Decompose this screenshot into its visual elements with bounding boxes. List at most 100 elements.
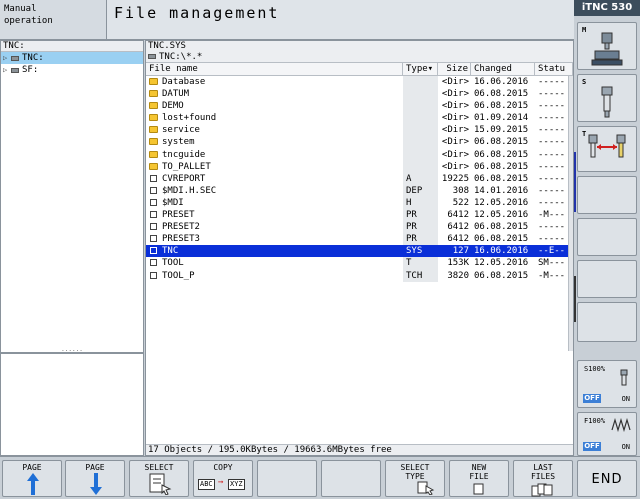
table-row[interactable]: DEMO <Dir> 06.08.2015 ----- bbox=[146, 100, 573, 113]
folder-icon bbox=[149, 78, 158, 85]
empty-softkey-6[interactable] bbox=[321, 460, 381, 497]
table-row[interactable]: lost+found <Dir> 01.09.2014 ----- bbox=[146, 112, 573, 125]
table-row[interactable]: $MDI.H.SEC DEP 308 14.01.2016 ----- bbox=[146, 184, 573, 197]
spindle-off-indicator: OFF bbox=[583, 394, 601, 403]
scrollbar[interactable] bbox=[568, 76, 573, 351]
file-name-cell: $MDI bbox=[146, 197, 403, 209]
file-name: TOOL bbox=[162, 258, 184, 269]
file-name-cell: service bbox=[146, 124, 403, 136]
file-icon bbox=[150, 186, 157, 194]
table-row[interactable]: PRESET2 PR 6412 06.08.2015 ----- bbox=[146, 221, 573, 234]
folder-icon bbox=[149, 114, 158, 122]
file-type-cell bbox=[403, 148, 438, 161]
table-row[interactable]: PRESET PR 6412 12.05.2016 -M--- bbox=[146, 209, 573, 222]
select-type-button[interactable]: SELECT TYPE bbox=[385, 460, 445, 497]
copy-target-label: XYZ bbox=[228, 479, 245, 490]
folder-icon bbox=[149, 126, 158, 134]
file-name-cell: TO_PALLET bbox=[146, 161, 403, 173]
file-name-cell: Database bbox=[146, 76, 403, 88]
file-changed-cell: 15.09.2015 bbox=[474, 125, 529, 136]
page-up-button[interactable]: PAGE bbox=[2, 460, 62, 497]
copy-source-label: ABC bbox=[198, 479, 215, 490]
spindle-small-icon bbox=[620, 369, 628, 386]
column-type[interactable]: Type▾ bbox=[403, 63, 438, 75]
last-files-icon bbox=[531, 483, 553, 497]
feed-wave-icon bbox=[611, 418, 631, 432]
file-type-cell: A bbox=[403, 172, 438, 185]
file-name: service bbox=[162, 125, 200, 136]
table-row[interactable]: PRESET3 PR 6412 06.08.2015 ----- bbox=[146, 233, 573, 246]
empty-softkey-5[interactable] bbox=[257, 460, 317, 497]
table-row[interactable]: TOOL T 153K 12.05.2016 SM--- bbox=[146, 257, 573, 270]
tree-item-label: SF: bbox=[22, 65, 39, 75]
new-file-button[interactable]: NEW FILE bbox=[449, 460, 509, 497]
table-row[interactable]: TO_PALLET <Dir> 06.08.2015 ----- bbox=[146, 160, 573, 173]
t-function-key[interactable]: T bbox=[577, 126, 637, 172]
horizontal-softkey-bar: PAGE PAGE SELECT COPY ABC ➞ XYZ SELECT T… bbox=[0, 456, 640, 499]
column-file-name[interactable]: File name bbox=[146, 63, 403, 75]
table-row[interactable]: Database <Dir> 16.06.2016 ----- bbox=[146, 76, 573, 89]
file-size-cell: <Dir> bbox=[441, 77, 469, 87]
column-status[interactable]: Statu bbox=[535, 63, 573, 75]
file-icon bbox=[150, 271, 157, 279]
last-files-button[interactable]: LAST FILES bbox=[513, 460, 573, 497]
spindle-override[interactable]: S100% OFF ON bbox=[577, 360, 637, 408]
file-icon bbox=[150, 174, 157, 182]
folder-icon bbox=[149, 102, 158, 110]
page-title: File management bbox=[107, 0, 574, 40]
select-button[interactable]: SELECT bbox=[129, 460, 189, 497]
tree-item-sf[interactable]: ▷ SF: bbox=[1, 64, 143, 76]
file-type-cell: H bbox=[403, 196, 438, 210]
table-row[interactable]: $MDI H 522 12.05.2016 ----- bbox=[146, 196, 573, 210]
file-rows: Database <Dir> 16.06.2016 ----- DATUM <Dir> 06… bbox=[146, 76, 573, 282]
mode-line-1: Manual bbox=[4, 4, 37, 14]
m-function-key[interactable]: M bbox=[577, 22, 637, 70]
folder-icon bbox=[149, 162, 158, 170]
file-size-cell: 6412 bbox=[447, 210, 469, 221]
file-list[interactable]: TNC.SYS TNC:\*.* File name Type▾ Size Ch… bbox=[145, 40, 574, 456]
last-files-label-1: LAST bbox=[533, 463, 553, 472]
file-name: tncguide bbox=[162, 149, 206, 160]
file-size-cell: <Dir> bbox=[441, 137, 469, 148]
table-row[interactable]: TNC SYS 127 16.06.2016 --E-- bbox=[146, 245, 573, 258]
file-name-cell: CVREPORT bbox=[146, 173, 403, 185]
empty-vertical-softkey-3[interactable] bbox=[577, 260, 637, 298]
table-row[interactable]: tncguide <Dir> 06.08.2015 ----- bbox=[146, 148, 573, 161]
table-row[interactable]: TOOL_P TCH 3820 06.08.2015 -M--- bbox=[146, 269, 573, 282]
table-row[interactable]: service <Dir> 15.09.2015 ----- bbox=[146, 124, 573, 137]
copy-button[interactable]: COPY ABC ➞ XYZ bbox=[193, 460, 253, 497]
file-changed-cell: 16.06.2016 bbox=[474, 77, 529, 87]
column-size[interactable]: Size bbox=[438, 63, 471, 75]
empty-vertical-softkey-4[interactable] bbox=[577, 302, 637, 342]
expand-arrow-icon[interactable]: ▷ bbox=[3, 52, 11, 64]
file-changed-cell: 06.08.2015 bbox=[474, 89, 529, 100]
empty-vertical-softkey-1[interactable] bbox=[577, 176, 637, 214]
file-size-cell: 308 bbox=[452, 185, 469, 196]
column-changed[interactable]: Changed bbox=[471, 63, 535, 75]
page-down-button[interactable]: PAGE bbox=[65, 460, 125, 497]
empty-vertical-softkey-2[interactable] bbox=[577, 218, 637, 256]
end-button[interactable]: END bbox=[577, 460, 637, 497]
feed-override[interactable]: F100% OFF ON bbox=[577, 412, 637, 456]
splitter-handle[interactable]: ...... bbox=[1, 347, 143, 353]
s-function-key[interactable]: S bbox=[577, 74, 637, 122]
directory-tree[interactable]: TNC: ▷ TNC: ▷ SF: ...... bbox=[0, 40, 144, 353]
table-row[interactable]: CVREPORT A 19225 06.08.2015 ----- bbox=[146, 172, 573, 185]
file-type-cell bbox=[403, 136, 438, 149]
file-icon bbox=[150, 259, 157, 267]
current-directory-filter: TNC:\*.* bbox=[146, 52, 573, 63]
control-brand: iTNC 530 bbox=[574, 0, 640, 16]
tool-change-icon bbox=[588, 134, 626, 158]
file-type-cell: PR bbox=[403, 221, 438, 234]
directory-filter-text: TNC:\*.* bbox=[159, 52, 203, 62]
expand-arrow-icon[interactable]: ▷ bbox=[3, 64, 11, 76]
table-row[interactable]: system <Dir> 06.08.2015 ----- bbox=[146, 136, 573, 149]
table-row[interactable]: DATUM <Dir> 06.08.2015 ----- bbox=[146, 88, 573, 101]
file-type-cell bbox=[403, 100, 438, 113]
file-name: PRESET bbox=[162, 210, 195, 221]
file-size-cell: <Dir> bbox=[441, 89, 469, 100]
tree-item-tnc[interactable]: ▷ TNC: bbox=[1, 52, 143, 64]
tree-item-label: TNC: bbox=[22, 53, 44, 63]
select-type-label-2: TYPE bbox=[405, 472, 425, 481]
file-size-cell: 3820 bbox=[447, 270, 469, 281]
